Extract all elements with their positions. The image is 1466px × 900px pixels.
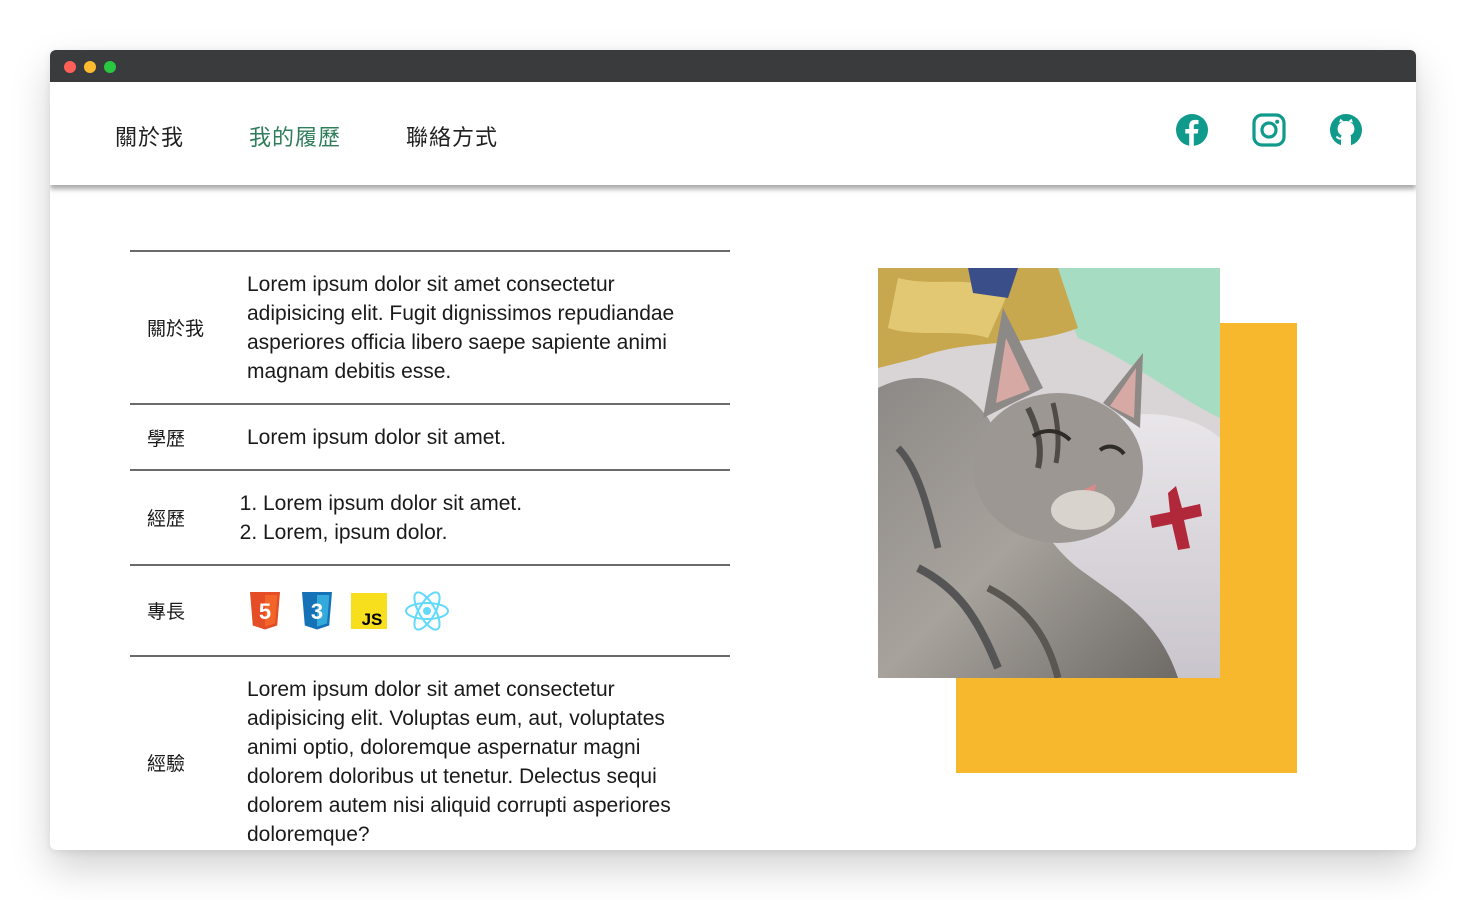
window-titlebar [50,50,1416,82]
resume-row-education: 學歷 Lorem ipsum dolor sit amet. [130,403,730,470]
resume-table: 關於我 Lorem ipsum dolor sit amet consectet… [130,250,730,850]
close-window-button[interactable] [64,61,76,73]
skill-icons: 5 3 JS [247,589,685,633]
resume-row-experience: 經驗 Lorem ipsum dolor sit amet consectetu… [130,655,730,850]
resume-value: Lorem ipsum dolor sit amet. Lorem, ipsum… [246,469,730,565]
nav-link-resume[interactable]: 我的履歷 [249,120,341,152]
instagram-icon[interactable] [1251,112,1287,148]
resume-value: 5 3 JS [246,564,730,656]
resume-label: 關於我 [130,250,246,404]
javascript-icon: JS [351,592,387,629]
resume-value: Lorem ipsum dolor sit amet consectetur a… [246,250,730,404]
css3-label: 3 [311,599,323,624]
js-label: JS [362,610,383,629]
cat-photo [878,268,1220,678]
resume-row-skills: 專長 5 3 JS [130,564,730,656]
nav-link-contact[interactable]: 聯絡方式 [406,120,498,152]
nav-links: 關於我 我的履歷 聯絡方式 [115,120,563,152]
github-icon[interactable] [1328,112,1364,148]
react-icon [405,590,449,631]
minimize-window-button[interactable] [84,61,96,73]
css3-icon: 3 [302,591,332,629]
html5-icon: 5 [250,591,280,629]
html5-label: 5 [259,599,271,624]
browser-window: 關於我 我的履歷 聯絡方式 關於我 Lorem ipsum dolor sit … [50,50,1416,850]
main-content: 關於我 Lorem ipsum dolor sit amet consectet… [50,185,1416,850]
social-links [1133,112,1364,148]
resume-label: 經驗 [130,655,246,850]
resume-row-work: 經歷 Lorem ipsum dolor sit amet. Lorem, ip… [130,469,730,565]
maximize-window-button[interactable] [104,61,116,73]
resume-label: 經歷 [130,469,246,565]
facebook-icon[interactable] [1174,112,1210,148]
resume-label: 專長 [130,564,246,656]
resume-label: 學歷 [130,403,246,470]
list-item: Lorem ipsum dolor sit amet. [263,489,685,518]
list-item: Lorem, ipsum dolor. [263,518,685,547]
resume-value: Lorem ipsum dolor sit amet consectetur a… [246,655,730,850]
resume-row-about: 關於我 Lorem ipsum dolor sit amet consectet… [130,250,730,404]
resume-value: Lorem ipsum dolor sit amet. [246,403,730,470]
navbar: 關於我 我的履歷 聯絡方式 [50,82,1416,185]
work-list: Lorem ipsum dolor sit amet. Lorem, ipsum… [247,489,685,547]
nav-link-about[interactable]: 關於我 [115,120,184,152]
profile-photo-block [878,268,1298,773]
